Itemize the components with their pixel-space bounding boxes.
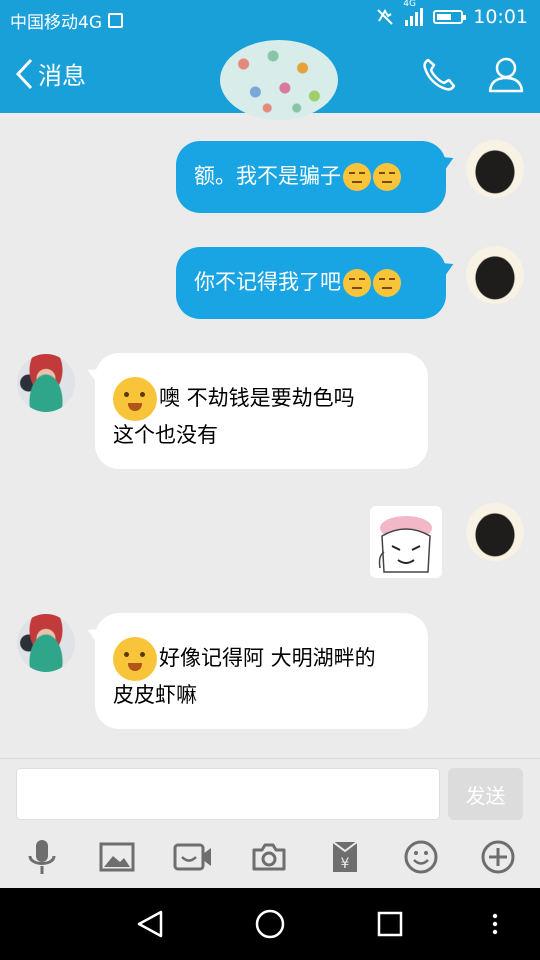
message-text: 额。我不是骗子	[194, 164, 341, 188]
message-text: 皮皮虾嘛	[113, 683, 197, 707]
incoming-message-bubble[interactable]: 噢 不劫钱是要劫色吗 这个也没有	[95, 353, 428, 469]
signal-icon: 4G	[403, 0, 424, 26]
message-input[interactable]	[16, 768, 440, 820]
battery-icon	[433, 10, 467, 24]
unamused-emoji-icon	[373, 163, 401, 191]
unamused-emoji-icon	[343, 269, 371, 297]
back-nav-icon[interactable]	[130, 906, 170, 942]
contact-avatar[interactable]	[220, 40, 338, 120]
phone-icon[interactable]	[420, 56, 458, 94]
back-label: 消息	[38, 62, 86, 90]
my-avatar[interactable]	[466, 246, 524, 304]
emoji-icon[interactable]	[401, 837, 441, 877]
network-label: 4G	[403, 0, 416, 9]
message-list: 额。我不是骗子 你不记得我了吧 噢 不劫钱是要劫色吗 这个也没有 好像记得阿 大…	[0, 113, 540, 758]
message-text: 你不记得我了吧	[194, 270, 341, 294]
unamused-emoji-icon	[343, 163, 371, 191]
clock-label: 10:01	[473, 6, 528, 28]
plus-icon[interactable]	[478, 837, 518, 877]
unamused-emoji-icon	[373, 269, 401, 297]
contact-profile-icon[interactable]	[487, 56, 525, 94]
send-button[interactable]: 发送	[448, 768, 523, 820]
red-packet-icon[interactable]: ¥	[325, 837, 365, 877]
chat-input-bar: 发送 ¥	[0, 758, 540, 889]
carrier-label: 中国移动4G	[10, 13, 102, 33]
recents-nav-icon[interactable]	[370, 906, 410, 942]
thinking-emoji-icon	[113, 377, 157, 421]
cartoon-sticker-icon	[378, 516, 432, 573]
silent-icon	[377, 9, 393, 25]
video-icon[interactable]	[173, 837, 213, 877]
image-icon[interactable]	[97, 837, 137, 877]
sticker-message[interactable]	[370, 506, 442, 578]
back-button[interactable]: 消息	[14, 56, 86, 91]
chat-header: 消息	[0, 38, 540, 120]
contact-avatar[interactable]	[17, 354, 75, 412]
outgoing-message-bubble[interactable]: 你不记得我了吧	[176, 247, 446, 319]
camera-icon[interactable]	[249, 837, 289, 877]
outgoing-message-bubble[interactable]: 额。我不是骗子	[176, 141, 446, 213]
status-bar: 中国移动4G 4G 10:01	[0, 0, 540, 38]
more-options-icon[interactable]	[475, 906, 515, 942]
screenshot-icon	[108, 13, 123, 28]
contact-avatar[interactable]	[17, 614, 75, 672]
microphone-icon[interactable]	[22, 837, 62, 877]
my-avatar[interactable]	[466, 503, 524, 561]
message-text: 这个也没有	[113, 423, 218, 447]
message-text: 噢 不劫钱是要劫色吗	[159, 386, 355, 410]
system-navigation-bar	[0, 888, 540, 960]
chevron-left-icon	[15, 58, 33, 89]
shy-emoji-icon	[113, 637, 157, 681]
my-avatar[interactable]	[466, 140, 524, 198]
home-nav-icon[interactable]	[250, 906, 290, 942]
message-text: 好像记得阿 大明湖畔的	[159, 646, 376, 670]
incoming-message-bubble[interactable]: 好像记得阿 大明湖畔的 皮皮虾嘛	[95, 613, 428, 729]
input-toolbar: ¥	[0, 837, 540, 879]
svg-text:¥: ¥	[341, 856, 350, 872]
